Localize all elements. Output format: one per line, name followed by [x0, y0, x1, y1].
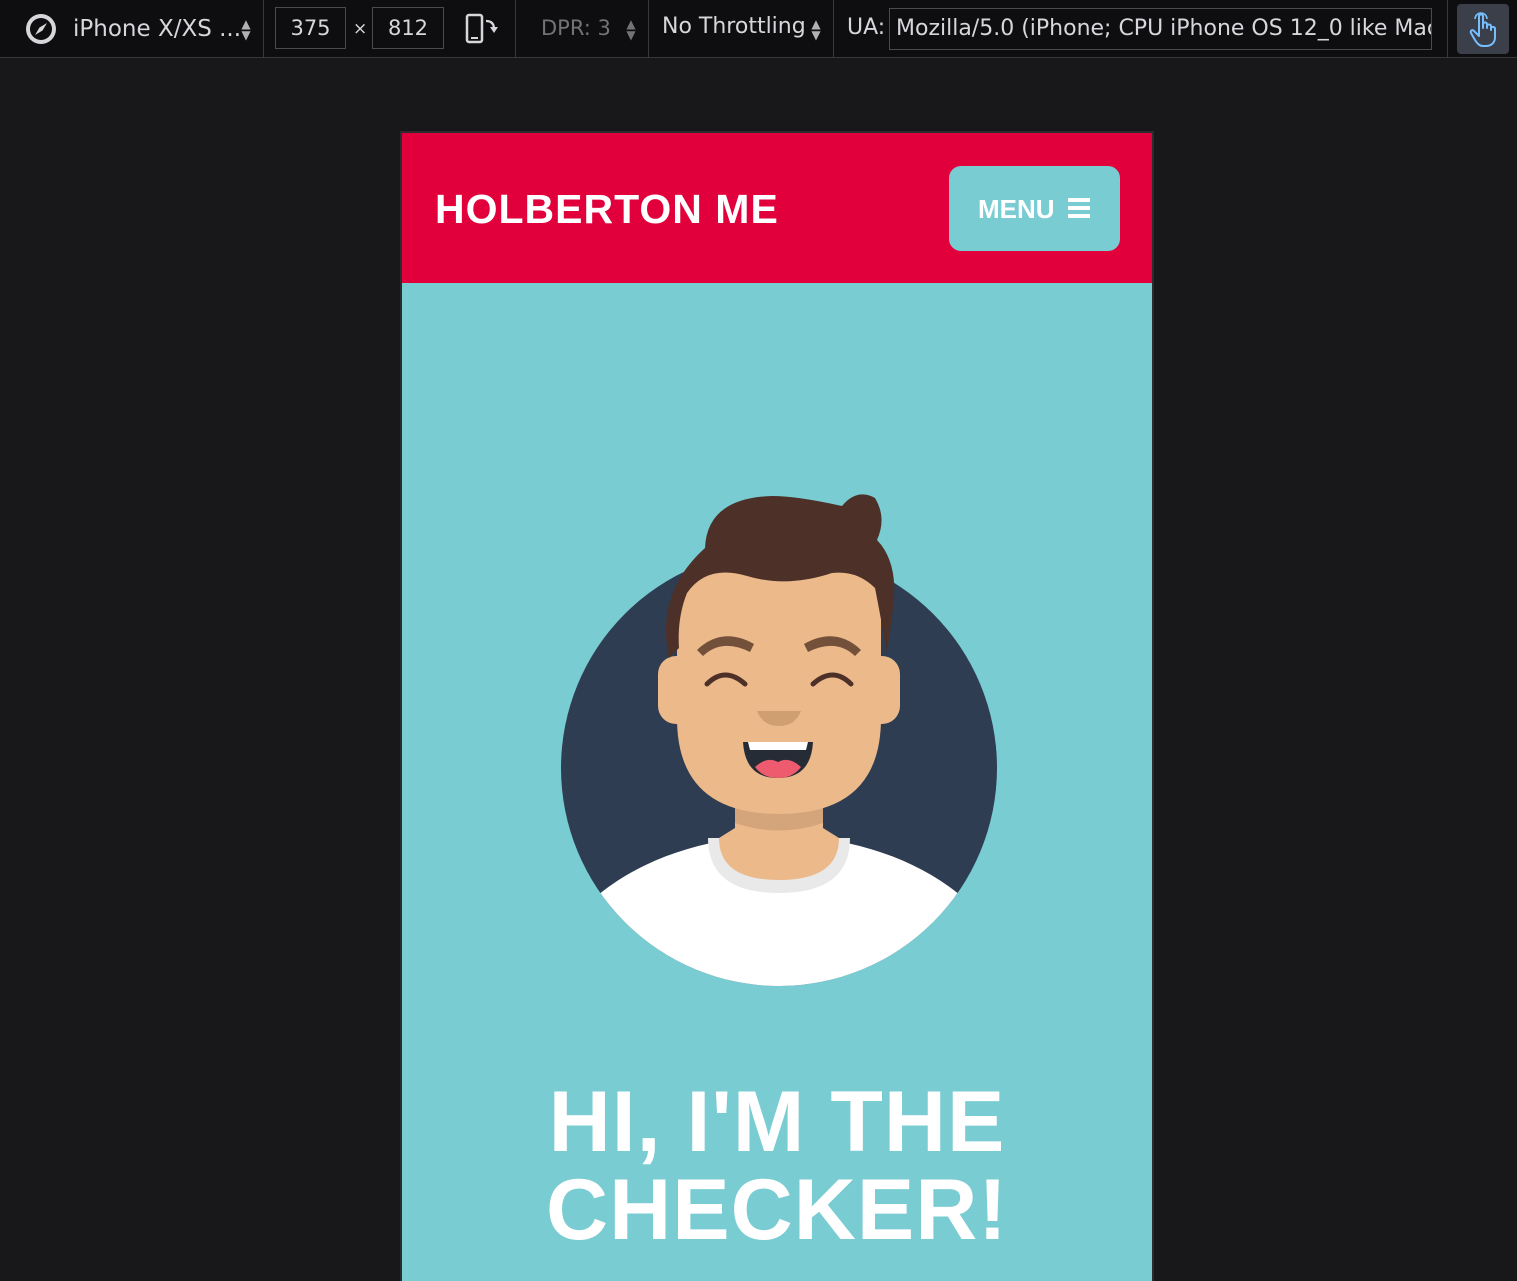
compass-icon	[26, 14, 56, 44]
divider	[833, 0, 834, 57]
rotate-device-icon[interactable]	[462, 12, 500, 46]
device-selector[interactable]: iPhone X/XS ... ▲ ▼	[66, 0, 262, 57]
touch-hand-icon	[1469, 12, 1496, 47]
hero-title-line-1: HI, I'M THE	[548, 1074, 1006, 1170]
hero-title-line-2: CHECKER!	[546, 1162, 1008, 1258]
divider	[263, 0, 264, 57]
device-selector-arrow-down-icon: ▼	[241, 28, 251, 42]
ua-label: UA:	[847, 15, 886, 40]
dimension-separator: ×	[353, 19, 368, 39]
dpr-arrow-down-icon: ▼	[626, 28, 636, 42]
throttling-label: No Throttling	[662, 14, 806, 39]
throttling-arrow-down-icon: ▼	[811, 28, 821, 42]
avatar-illustration	[561, 494, 997, 986]
site-logo[interactable]: HOLBERTON ME	[435, 185, 779, 233]
viewport-width-input[interactable]: 375	[275, 7, 346, 49]
dpr-selector[interactable]: DPR: 3 ▲ ▼	[516, 0, 648, 57]
device-viewport: HOLBERTON ME MENU HI, I'M THE CHECKER!	[400, 131, 1154, 1281]
device-selector-label: iPhone X/XS ...	[73, 16, 242, 42]
site-header: HOLBERTON ME MENU	[402, 133, 1152, 283]
viewport-height-input[interactable]: 812	[372, 7, 444, 49]
hero-title: HI, I'M THE CHECKER!	[402, 1078, 1152, 1254]
dpr-label: DPR: 3	[541, 16, 611, 40]
throttling-selector[interactable]: No Throttling ▲ ▼	[649, 0, 833, 57]
hamburger-icon	[1068, 198, 1090, 218]
user-agent-input[interactable]: Mozilla/5.0 (iPhone; CPU iPhone OS 12_0 …	[889, 8, 1432, 50]
responsive-toolbar: iPhone X/XS ... ▲ ▼ 375 × 812 DPR: 3 ▲ ▼…	[0, 0, 1517, 58]
touch-simulation-button[interactable]	[1457, 4, 1509, 54]
divider	[1447, 0, 1448, 57]
menu-button-label: MENU	[978, 194, 1055, 224]
menu-button[interactable]: MENU	[949, 166, 1120, 251]
